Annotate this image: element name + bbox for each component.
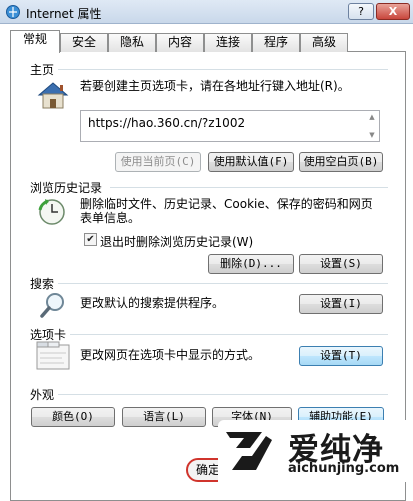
appearance-divider <box>56 394 388 395</box>
use-blank-button[interactable]: 使用空白页(B) <box>299 152 383 172</box>
tabs-description: 更改网页在选项卡中显示的方式。 <box>80 348 261 362</box>
delete-on-exit-label[interactable]: 退出时删除浏览历史记录(W) <box>100 233 253 250</box>
search-settings-button[interactable]: 设置(I) <box>299 294 383 314</box>
watermark-logo-icon <box>226 432 272 470</box>
title-bar: Internet 属性 ? X <box>0 0 413 24</box>
tab-content[interactable]: 内容 <box>156 33 204 52</box>
tabbed-window-icon <box>36 341 70 370</box>
tabs-divider <box>66 334 388 335</box>
tab-advanced[interactable]: 高级 <box>300 33 348 52</box>
search-divider <box>56 283 388 284</box>
appearance-section-title: 外观 <box>30 386 59 403</box>
colors-button[interactable]: 颜色(O) <box>31 407 115 427</box>
checkmark-icon: ✔ <box>86 234 95 245</box>
tab-programs[interactable]: 程序 <box>252 33 300 52</box>
close-button[interactable]: X <box>376 3 410 20</box>
internet-explorer-icon <box>6 5 20 19</box>
delete-on-exit-checkbox[interactable]: ✔ <box>84 233 97 246</box>
house-icon <box>37 82 69 109</box>
homepage-divider <box>58 69 388 70</box>
history-description-line2: 表单信息。 <box>80 211 141 225</box>
history-settings-button[interactable]: 设置(S) <box>299 254 383 274</box>
history-section-title: 浏览历史记录 <box>30 179 107 196</box>
homepage-section-title: 主页 <box>30 61 59 78</box>
homepage-url-value: https://hao.360.cn/?z1002 <box>88 116 246 130</box>
use-current-button[interactable]: 使用当前页(C) <box>115 152 201 172</box>
scroll-down-icon[interactable]: ▼ <box>367 131 377 139</box>
homepage-url-textarea[interactable]: https://hao.360.cn/?z1002 ▲ ▼ <box>80 110 380 142</box>
search-description: 更改默认的搜索提供程序。 <box>80 296 225 310</box>
delete-history-button[interactable]: 删除(D)... <box>208 254 294 274</box>
tab-connections[interactable]: 连接 <box>204 33 252 52</box>
use-default-button[interactable]: 使用默认值(F) <box>208 152 294 172</box>
watermark-url: aichunjing.com <box>288 461 400 476</box>
tab-privacy[interactable]: 隐私 <box>108 33 156 52</box>
tab-security[interactable]: 安全 <box>60 33 108 52</box>
tabs-settings-button[interactable]: 设置(T) <box>299 346 383 366</box>
window-title: Internet 属性 <box>26 7 102 21</box>
magnifier-icon <box>40 293 64 318</box>
help-button[interactable]: ? <box>348 3 374 20</box>
history-divider <box>110 187 388 188</box>
history-clock-icon <box>38 199 65 225</box>
tab-strip: 常规 安全 隐私 内容 连接 程序 高级 <box>0 30 413 53</box>
languages-button[interactable]: 语言(L) <box>122 407 206 427</box>
history-description-line1: 删除临时文件、历史记录、Cookie、保存的密码和网页 <box>80 197 373 211</box>
scroll-up-icon[interactable]: ▲ <box>367 113 377 121</box>
homepage-description: 若要创建主页选项卡，请在各地址行键入地址(R)。 <box>80 79 350 93</box>
tab-general[interactable]: 常规 <box>10 30 60 53</box>
